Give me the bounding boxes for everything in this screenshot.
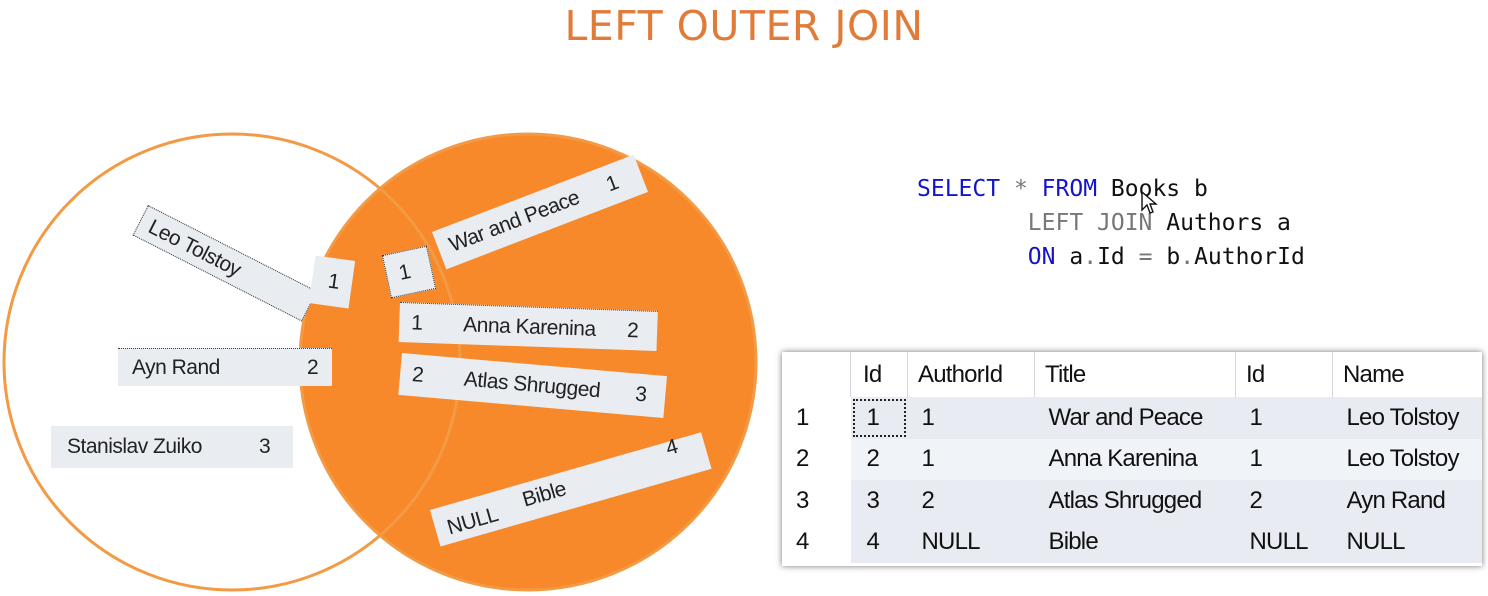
book-id: 1 [602, 170, 622, 197]
book-author-id: 1 [410, 311, 423, 335]
sql-cond-authorid: AuthorId [1194, 244, 1305, 270]
table-cell[interactable]: 1 [850, 397, 908, 439]
table-cell[interactable]: 2 [1235, 480, 1333, 522]
table-row[interactable]: 3 3 2 Atlas Shrugged 2 Ayn Rand [782, 480, 1482, 522]
table-cell[interactable]: Anna Karenina [1034, 438, 1236, 480]
book-author-id: 2 [411, 363, 425, 387]
header-row: Id AuthorId Title Id Name [782, 352, 1482, 397]
sql-cond-dot: . [1180, 244, 1195, 270]
table-cell[interactable]: NULL [1235, 521, 1333, 563]
sql-cond-eq: = [1138, 244, 1153, 270]
author-strip-stanislav-zuiko: Stanislav Zuiko 3 [51, 426, 293, 468]
row-number[interactable]: 2 [782, 438, 851, 480]
book-title: Anna Karenina [462, 313, 597, 341]
author-id: 3 [259, 435, 271, 458]
book-author-id: 1 [396, 260, 413, 285]
sql-select-keyword: SELECT [917, 176, 1001, 202]
sql-table-books: Books b [1110, 176, 1208, 202]
sql-cond-a: a [1069, 244, 1084, 270]
table-cell[interactable]: 1 [1235, 438, 1333, 480]
result-table: Id AuthorId Title Id Name 1 1 1 War and … [782, 352, 1482, 563]
table-row[interactable]: 4 4 NULL Bible NULL NULL [782, 521, 1482, 563]
table-cell[interactable]: Ayn Rand [1332, 480, 1482, 522]
table-cell[interactable]: 4 [850, 521, 908, 563]
table-cell[interactable]: 1 [907, 438, 1035, 480]
column-header-authorid[interactable]: AuthorId [907, 352, 1035, 397]
table-row[interactable]: 1 1 1 War and Peace 1 Leo Tolstoy [782, 397, 1482, 439]
table-cell[interactable]: War and Peace [1034, 397, 1236, 439]
sql-cond-b: b [1166, 244, 1181, 270]
column-header-id[interactable]: Id [1235, 352, 1333, 397]
table-cell[interactable]: Atlas Shrugged [1034, 480, 1236, 522]
sql-star: * [1013, 176, 1028, 202]
table-cell[interactable]: Leo Tolstoy [1332, 438, 1482, 480]
table-cell[interactable]: 1 [907, 397, 1035, 439]
table-cell[interactable]: Leo Tolstoy [1332, 397, 1482, 439]
sql-left-join-keyword: LEFT JOIN [1027, 210, 1153, 236]
author-id: 2 [307, 356, 319, 379]
sql-query: SELECT * FROM Books b LEFT JOIN Authors … [917, 172, 1305, 274]
column-header-title[interactable]: Title [1034, 352, 1236, 397]
table-cell[interactable]: NULL [1332, 521, 1482, 563]
table-cell[interactable]: 2 [907, 480, 1035, 522]
row-number[interactable]: 1 [782, 397, 851, 439]
author-name: Stanislav Zuiko [67, 435, 202, 458]
table-cell[interactable]: Bible [1034, 521, 1236, 563]
author-id-box-1: 1 [308, 255, 356, 309]
table-cell[interactable]: NULL [907, 521, 1035, 563]
sql-on-keyword: ON [1027, 244, 1056, 270]
sql-from-keyword: FROM [1041, 176, 1098, 202]
column-header-name[interactable]: Name [1332, 352, 1482, 397]
column-header-rownum[interactable] [782, 352, 851, 397]
mouse-pointer-icon [1141, 190, 1158, 214]
author-strip-ayn-rand: Ayn Rand 2 [118, 348, 332, 386]
column-header-id[interactable]: Id [850, 352, 908, 397]
book-id: 3 [634, 382, 648, 407]
sql-cond-id: Id [1097, 244, 1125, 270]
table-cell[interactable]: 3 [850, 480, 908, 522]
table-cell[interactable]: 2 [850, 438, 908, 480]
row-number[interactable]: 3 [782, 480, 851, 522]
sql-cond-dot: . [1083, 244, 1098, 270]
author-name: Ayn Rand [132, 356, 220, 379]
sql-table-authors: Authors a [1166, 210, 1291, 236]
row-number[interactable]: 4 [782, 521, 851, 563]
table-row[interactable]: 2 2 1 Anna Karenina 1 Leo Tolstoy [782, 438, 1482, 480]
result-grid[interactable]: Id AuthorId Title Id Name 1 1 1 War and … [782, 352, 1482, 566]
book-id: 2 [626, 318, 639, 343]
venn-diagram [2, 132, 758, 592]
book-author-id-box-1: 1 [381, 245, 437, 299]
table-cell[interactable]: 1 [1235, 397, 1333, 439]
author-id: 1 [326, 269, 341, 294]
